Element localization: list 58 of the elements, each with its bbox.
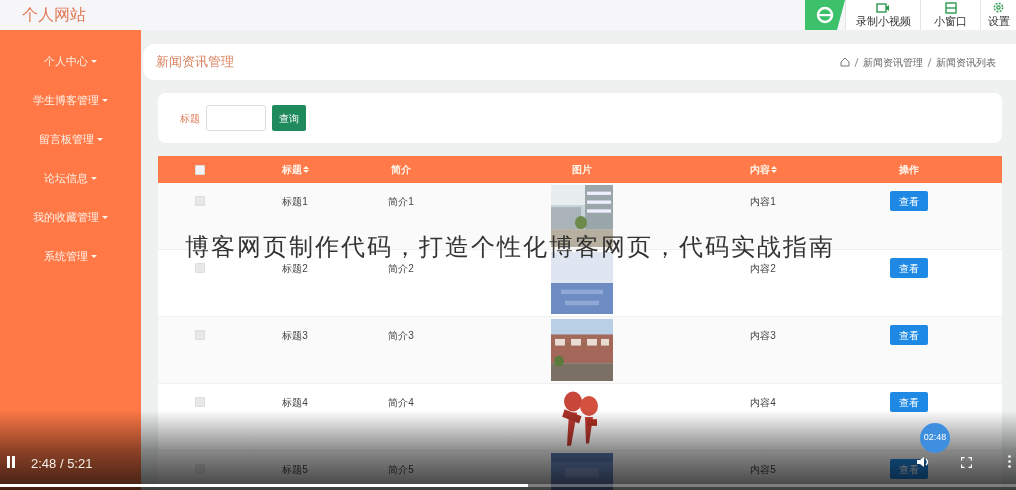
sort-icon — [302, 166, 309, 173]
table-cell-text: 简介3 — [388, 329, 414, 343]
table-cell-text: 简介1 — [388, 195, 414, 209]
sidebar-item[interactable]: 论坛信息 — [44, 169, 97, 187]
view-button[interactable]: 查看 — [890, 191, 928, 211]
more-icon[interactable] — [1008, 455, 1011, 468]
column-header: 简介 — [391, 163, 411, 177]
checkbox[interactable] — [195, 397, 205, 407]
sidebar-item[interactable]: 我的收藏管理 — [33, 208, 108, 226]
sidebar-item[interactable]: 个人中心 — [44, 52, 97, 70]
table-cell-text: 标题3 — [282, 329, 308, 343]
table-cell-text: 简介4 — [388, 396, 414, 410]
table-cell-text: 内容5 — [750, 463, 776, 477]
table-cell-text: 标题2 — [282, 262, 308, 276]
table-cell-text: 内容1 — [750, 195, 776, 209]
view-button[interactable]: 查看 — [890, 258, 928, 278]
pause-icon[interactable] — [6, 456, 16, 468]
video-camera-icon — [876, 2, 890, 14]
checkbox[interactable] — [195, 263, 205, 273]
table-cell-text: 标题5 — [282, 463, 308, 477]
breadcrumb-link[interactable]: 新闻资讯管理 — [863, 54, 923, 70]
field-label: 标题 — [180, 111, 200, 126]
table-cell-text: 标题4 — [282, 396, 308, 410]
table-cell-text: 简介2 — [388, 262, 414, 276]
checkbox[interactable] — [195, 196, 205, 206]
column-header[interactable]: 标题 — [281, 162, 309, 177]
page-title: 新闻资讯管理 — [156, 53, 234, 72]
site-title: 个人网站 — [22, 5, 86, 25]
column-header: 操作 — [899, 163, 919, 177]
checkbox[interactable] — [195, 330, 205, 340]
sort-icon — [770, 166, 777, 173]
table-cell-text: 简介5 — [388, 463, 414, 477]
toolbar-button[interactable]: 录制小视频 — [845, 0, 920, 30]
toolbar-button[interactable]: 设置 — [980, 0, 1016, 30]
sidebar-item[interactable]: 系统管理 — [44, 247, 97, 265]
time-display: 2:48 / 5:21 — [31, 455, 93, 473]
table-cell-text: 内容3 — [750, 329, 776, 343]
window-icon — [944, 2, 957, 14]
video-caption: 博客网页制作代码，打造个性化博客网页，代码实战指南 — [185, 235, 835, 259]
progress-bar[interactable] — [0, 484, 1016, 487]
settings-icon — [992, 1, 1005, 14]
table-cell-text: 内容4 — [750, 396, 776, 410]
home-icon[interactable] — [840, 57, 850, 67]
view-button[interactable]: 查看 — [890, 325, 928, 345]
sidebar-item[interactable]: 学生博客管理 — [33, 91, 108, 109]
fullscreen-icon[interactable] — [961, 457, 972, 468]
view-button[interactable]: 查看 — [890, 459, 928, 479]
column-header: 图片 — [572, 163, 592, 177]
input-field[interactable] — [206, 105, 266, 131]
column-header[interactable]: 内容 — [749, 162, 777, 177]
table-cell-text: 内容2 — [750, 262, 776, 276]
search-button[interactable]: 查询 — [272, 105, 306, 131]
checkbox[interactable] — [195, 164, 205, 175]
sidebar-item[interactable]: 留言板管理 — [38, 130, 103, 148]
checkbox[interactable] — [195, 464, 205, 474]
table-cell-text: 标题1 — [282, 195, 308, 209]
toolbar-button[interactable]: 小窗口 — [920, 0, 980, 30]
view-button[interactable]: 查看 — [890, 392, 928, 412]
